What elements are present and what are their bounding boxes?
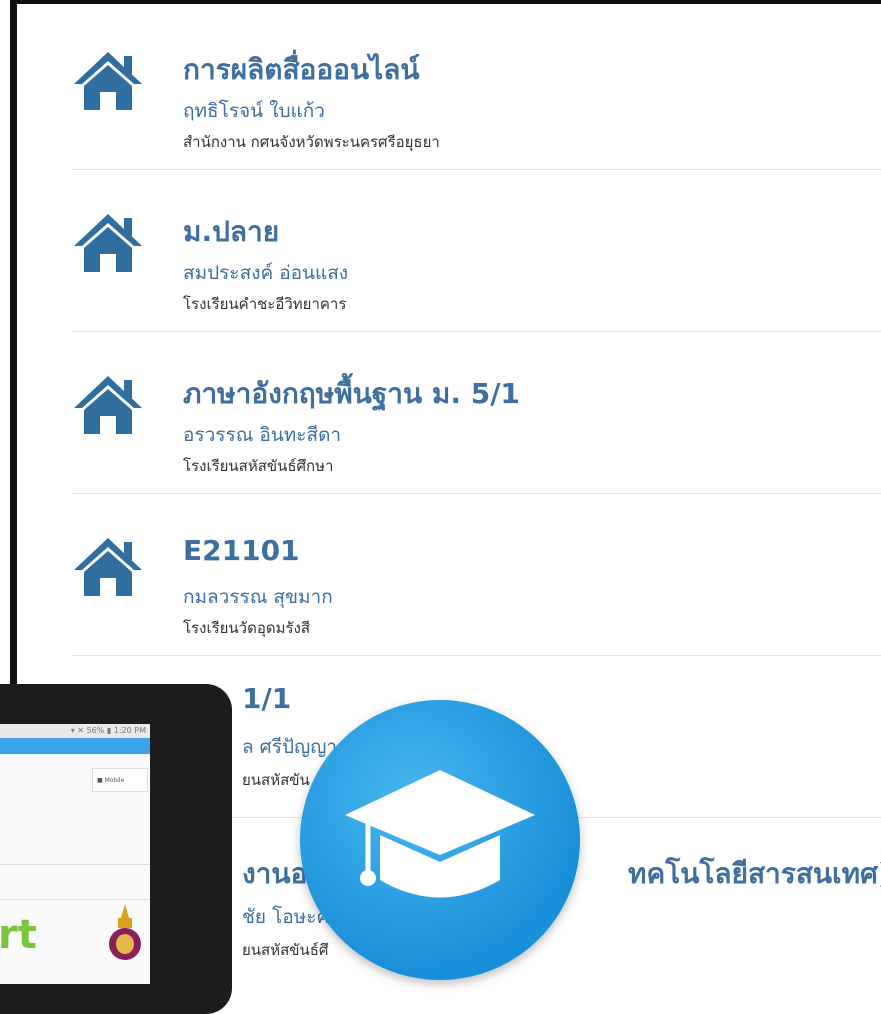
course-teacher: ฤทธิโรจน์ ใบแก้ว <box>183 100 325 122</box>
tablet-app-bar <box>0 738 150 754</box>
course-school: ยนสหัสขัน <box>242 771 310 789</box>
tablet-status-bar: ▾ ✕ 56% ▮ 1:20 PM <box>0 724 150 738</box>
course-title[interactable]: E21101 <box>183 534 300 567</box>
divider <box>0 864 150 865</box>
tablet-device: ▾ ✕ 56% ▮ 1:20 PM ■ Mobile rt <box>0 684 232 1014</box>
course-item[interactable]: การผลิตสื่อออนไลน์ ฤทธิโรจน์ ใบแก้ว สำนั… <box>72 8 881 170</box>
divider <box>0 899 150 900</box>
home-icon <box>74 52 142 110</box>
course-school: โรงเรียนวัดอุดมรังสี <box>183 619 311 637</box>
course-item[interactable]: ภาษาอังกฤษพื้นฐาน ม. 5/1 อรวรรณ อินทะสีด… <box>72 332 881 494</box>
course-teacher: กมลวรรณ สุขมาก <box>183 586 333 608</box>
course-title-tail[interactable]: ทคโนโลยีสารสนเทศ) <box>628 852 881 896</box>
course-item[interactable]: E21101 กมลวรรณ สุขมาก โรงเรียนวัดอุดมรัง… <box>72 494 881 656</box>
course-teacher: สมประสงค์ อ่อนแสง <box>183 262 349 284</box>
graduation-badge <box>300 700 580 980</box>
course-title[interactable]: การผลิตสื่อออนไลน์ <box>183 48 420 92</box>
tablet-wordmark: rt <box>0 912 37 958</box>
course-school: โรงเรียนคำชะอีวิทยาคาร <box>183 295 347 313</box>
course-school: โรงเรียนสหัสขันธ์ศึกษา <box>183 457 334 475</box>
home-icon <box>74 214 142 272</box>
course-title[interactable]: 1/1 <box>242 682 291 715</box>
graduation-cap-icon <box>345 770 535 898</box>
course-teacher: ล ศรีปัญญา <box>242 736 338 758</box>
crest-emblem-icon <box>109 904 141 960</box>
course-title[interactable]: ภาษาอังกฤษพื้นฐาน ม. 5/1 <box>183 372 520 416</box>
course-teacher: อรวรรณ อินทะสีดา <box>183 424 342 446</box>
course-school: สำนักงาน กศนจังหวัดพระนครศรีอยุธยา <box>183 133 440 151</box>
course-school: ยนสหัสขันธ์ศึ <box>242 941 329 959</box>
home-icon <box>74 376 142 434</box>
home-icon <box>74 538 142 596</box>
tablet-chip: ■ Mobile <box>92 768 148 792</box>
course-title[interactable]: ม.ปลาย <box>183 210 279 254</box>
course-item[interactable]: ม.ปลาย สมประสงค์ อ่อนแสง โรงเรียนคำชะอีว… <box>72 170 881 332</box>
